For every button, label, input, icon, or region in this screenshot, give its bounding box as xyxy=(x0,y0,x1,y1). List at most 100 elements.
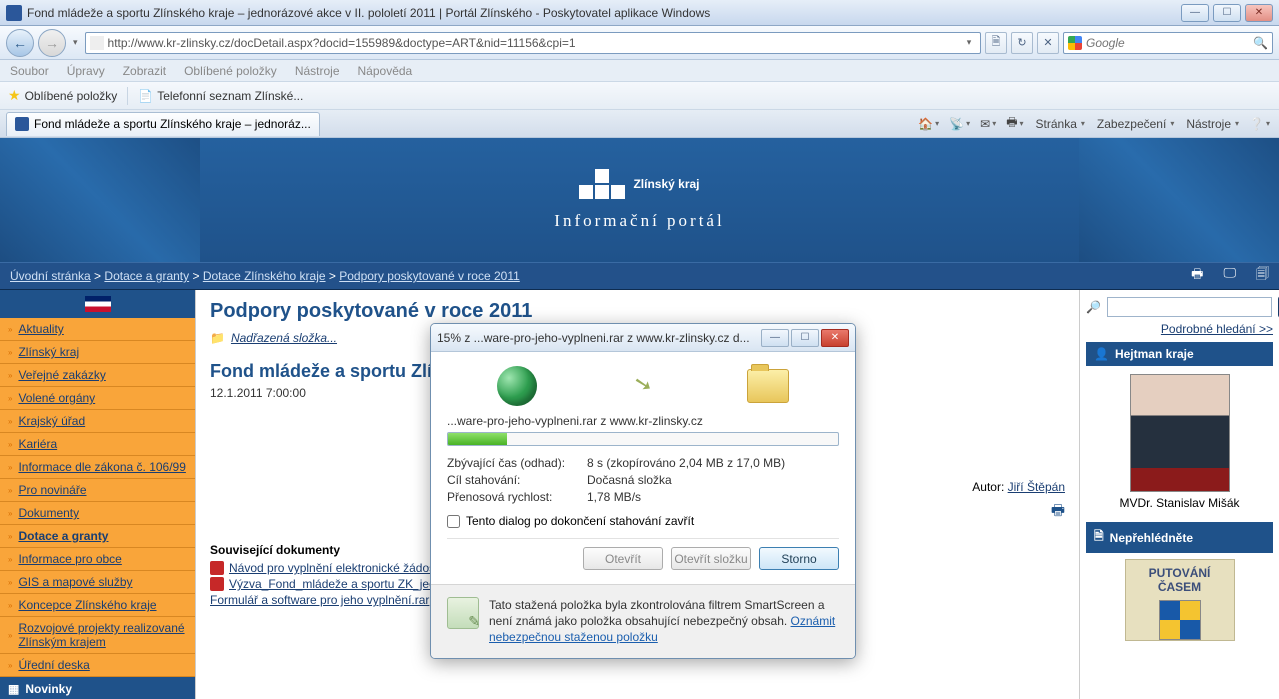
dialog-close-button[interactable]: ✕ xyxy=(821,329,849,347)
search-icon: 🔎 xyxy=(1086,300,1101,314)
home-button[interactable]: 🏠▾ xyxy=(915,117,942,131)
browser-tab[interactable]: Fond mládeže a sportu Zlínského kraje – … xyxy=(6,112,320,136)
checkbox-input[interactable] xyxy=(447,515,460,528)
governor-photo xyxy=(1130,374,1230,492)
close-when-done-checkbox[interactable]: Tento dialog po dokončení stahování zavř… xyxy=(447,514,839,528)
site-name: Zlínský kraj xyxy=(633,177,699,191)
sidebar-item[interactable]: »Pro novináře xyxy=(0,479,195,502)
crumb-2[interactable]: Dotace Zlínského kraje xyxy=(203,269,326,283)
sidebar-item[interactable]: »Krajský úřad xyxy=(0,410,195,433)
open-folder-button[interactable]: Otevřít složku xyxy=(671,547,751,570)
promo-banner[interactable]: PUTOVÁNÍ ČASEM xyxy=(1125,559,1235,641)
text-icon[interactable]: 🗐 xyxy=(1256,265,1269,287)
print-icon[interactable]: 🖶 xyxy=(1191,265,1203,287)
nav-dropdown-icon[interactable]: ▾ xyxy=(70,37,81,48)
sidebar-item[interactable]: »Informace pro obce xyxy=(0,548,195,571)
sidebar-item[interactable]: »Kariéra xyxy=(0,433,195,456)
sidebar-item[interactable]: »GIS a mapové služby xyxy=(0,571,195,594)
sidebar-link[interactable]: Kariéra xyxy=(18,437,57,451)
sidebar-item[interactable]: »Informace dle zákona č. 106/99 xyxy=(0,456,195,479)
crumb-1[interactable]: Dotace a granty xyxy=(104,269,189,283)
compat-view-button[interactable]: 🗎 xyxy=(985,32,1007,54)
url-dropdown-icon[interactable]: ▾ xyxy=(962,37,976,48)
sidebar-link[interactable]: Zlínský kraj xyxy=(18,345,79,359)
dialog-minimize-button[interactable]: — xyxy=(761,329,789,347)
doc-link-2[interactable]: Výzva_Fond_mládeže a sportu ZK_jednorá xyxy=(229,577,460,591)
sidebar-link[interactable]: GIS a mapové služby xyxy=(18,575,132,589)
doc-link-1[interactable]: Návod pro vyplnění elektronické žádosti … xyxy=(229,561,450,575)
tools-menu[interactable]: Nástroje▾ xyxy=(1181,117,1242,131)
menu-napoveda[interactable]: Nápověda xyxy=(358,64,413,78)
sidebar-item[interactable]: »Dokumenty xyxy=(0,502,195,525)
star-icon: ★ xyxy=(8,87,21,104)
favorites-button[interactable]: ★ Oblíbené položky xyxy=(8,87,117,104)
sidebar-link[interactable]: Úřední deska xyxy=(18,658,89,672)
sidebar-item[interactable]: »Zlínský kraj xyxy=(0,341,195,364)
menu-soubor[interactable]: Soubor xyxy=(10,64,49,78)
target-label: Cíl stahování: xyxy=(447,473,587,487)
advanced-search-link[interactable]: Podrobné hledání >> xyxy=(1161,322,1273,336)
security-menu[interactable]: Zabezpečení▾ xyxy=(1092,117,1177,131)
sidebar-link[interactable]: Pro novináře xyxy=(18,483,86,497)
close-button[interactable]: ✕ xyxy=(1245,4,1273,22)
forward-button[interactable]: → xyxy=(38,29,66,57)
sidebar-item[interactable]: »Rozvojové projekty realizované Zlínským… xyxy=(0,617,195,654)
sidebar-link[interactable]: Aktuality xyxy=(18,322,63,336)
address-bar[interactable]: ▾ xyxy=(85,32,981,54)
sidebar-link[interactable]: Koncepce Zlínského kraje xyxy=(18,598,156,612)
news-title: Novinky xyxy=(25,682,72,696)
menu-upravy[interactable]: Úpravy xyxy=(67,64,105,78)
sidebar-item[interactable]: »Koncepce Zlínského kraje xyxy=(0,594,195,617)
sidebar-link[interactable]: Krajský úřad xyxy=(18,414,85,428)
sidebar-link[interactable]: Rozvojové projekty realizované Zlínským … xyxy=(18,621,187,649)
time-left-value: 8 s (zkopírováno 2,04 MB z 17,0 MB) xyxy=(587,456,839,470)
app-icon xyxy=(6,5,22,21)
crumb-home[interactable]: Úvodní stránka xyxy=(10,269,91,283)
sidebar-item[interactable]: »Volené orgány xyxy=(0,387,195,410)
open-button[interactable]: Otevřít xyxy=(583,547,663,570)
back-button[interactable]: ← xyxy=(6,29,34,57)
sidebar-link[interactable]: Informace dle zákona č. 106/99 xyxy=(18,460,185,474)
search-input[interactable] xyxy=(1086,36,1253,50)
parent-folder-link[interactable]: Nadřazená složka... xyxy=(231,331,337,345)
monitor-icon[interactable]: 🖵 xyxy=(1223,265,1236,287)
print-button[interactable]: 🖶▾ xyxy=(1003,113,1026,134)
sidebar-link[interactable]: Veřejné zakázky xyxy=(18,368,105,382)
smartscreen-text: Tato stažená položka byla zkontrolována … xyxy=(489,598,825,628)
crumb-3[interactable]: Podpory poskytované v roce 2011 xyxy=(339,269,520,283)
menu-zobrazit[interactable]: Zobrazit xyxy=(123,64,166,78)
favorites-label: Oblíbené položky xyxy=(25,89,118,103)
cancel-button[interactable]: Storno xyxy=(759,547,839,570)
stop-button[interactable]: ✕ xyxy=(1037,32,1059,54)
menu-oblibene[interactable]: Oblíbené položky xyxy=(184,64,277,78)
page-menu[interactable]: Stránka▾ xyxy=(1031,117,1088,131)
sidebar-link[interactable]: Informace pro obce xyxy=(18,552,121,566)
site-search-input[interactable] xyxy=(1107,297,1272,317)
menu-nastroje[interactable]: Nástroje xyxy=(295,64,340,78)
feeds-button[interactable]: 📡▾ xyxy=(946,117,973,131)
mail-button[interactable]: ✉▾ xyxy=(977,117,999,131)
sidebar-link[interactable]: Dotace a granty xyxy=(18,529,108,543)
search-go-icon[interactable]: 🔍 xyxy=(1253,36,1268,50)
maximize-button[interactable]: ☐ xyxy=(1213,4,1241,22)
url-input[interactable] xyxy=(108,36,962,50)
sidebar-item[interactable]: »Aktuality xyxy=(0,318,195,341)
separator xyxy=(127,87,128,105)
sidebar-item[interactable]: »Veřejné zakázky xyxy=(0,364,195,387)
sidebar-item[interactable]: »Úřední deska xyxy=(0,654,195,677)
dialog-maximize-button[interactable]: ☐ xyxy=(791,329,819,347)
language-switch[interactable] xyxy=(0,290,195,318)
favorite-link-phone[interactable]: 📄Telefonní seznam Zlínské... xyxy=(138,89,303,103)
refresh-button[interactable]: ↻ xyxy=(1011,32,1033,54)
help-button[interactable]: ❔▾ xyxy=(1246,117,1273,131)
author-link[interactable]: Jiří Štěpán xyxy=(1008,480,1065,494)
banner-right-image xyxy=(1079,138,1279,262)
sidebar-link[interactable]: Dokumenty xyxy=(18,506,79,520)
search-box[interactable]: 🔍 xyxy=(1063,32,1273,54)
progress-fill xyxy=(448,433,507,445)
sidebar-item[interactable]: »Dotace a granty xyxy=(0,525,195,548)
sidebar-link[interactable]: Volené orgány xyxy=(18,391,95,405)
doc-link-3[interactable]: Formulář a software pro jeho vyplnění.ra… xyxy=(210,593,429,607)
dialog-titlebar[interactable]: 15% z ...ware-pro-jeho-vyplneni.rar z ww… xyxy=(431,324,855,352)
minimize-button[interactable]: — xyxy=(1181,4,1209,22)
